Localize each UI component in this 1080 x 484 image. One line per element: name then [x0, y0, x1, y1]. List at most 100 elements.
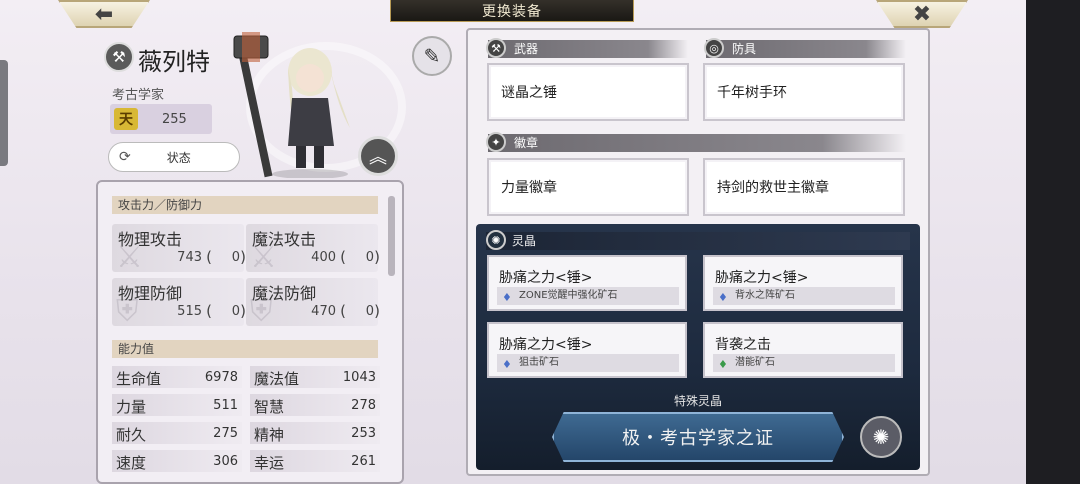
badge-icon: ✦ [486, 132, 506, 152]
stat-bonus: 0 [365, 304, 374, 319]
status-button[interactable]: ⟳ 状态 [108, 142, 240, 172]
paren-close: ) [374, 248, 380, 266]
stat-value: 400 [311, 250, 336, 265]
back-button[interactable]: ⬅ [58, 0, 150, 28]
ability-label: 生命值 [116, 370, 162, 388]
ability-value: 275 [213, 426, 238, 441]
stat-label: 魔法防御 [252, 284, 317, 303]
expand-button[interactable]: ︽ [358, 136, 398, 176]
ore-icon: ♦ [718, 291, 728, 304]
ability-label: 精神 [254, 426, 285, 444]
paren-open: ( [340, 302, 346, 320]
chevron-up-icon: ︽ [369, 147, 387, 168]
ore-name: ZONE觉醒中强化矿石 [519, 290, 618, 301]
special-crystal-label: 特殊灵晶 [673, 394, 722, 408]
ore-name: 背水之阵矿石 [735, 290, 795, 301]
status-label: 状态 [166, 150, 191, 165]
crystal-name: 胁痛之力<锤> [499, 337, 593, 353]
stat-bonus: 0 [231, 304, 240, 319]
badge-slot-2[interactable]: 持剑的救世主徽章 [703, 158, 905, 216]
page-title: 更换装备 [390, 0, 634, 22]
notes-button[interactable]: ✎ [412, 36, 452, 76]
ability-label: 幸运 [254, 454, 285, 472]
sparkle-icon: ✺ [872, 425, 890, 449]
special-crystal-button[interactable]: 极・考古学家之证 [552, 412, 844, 462]
screen-edge [1026, 0, 1080, 484]
ability-row: 生命值 6978 [112, 366, 242, 388]
weapon-icon: ⚒ [486, 38, 506, 58]
badge-header: 徽章 [488, 134, 906, 152]
atk-def-header: 攻击力／防御力 [112, 196, 378, 214]
crystal-slot-1[interactable]: 胁痛之力<锤> ♦ ZONE觉醒中强化矿石 [487, 255, 687, 311]
ability-label: 耐久 [116, 426, 147, 444]
crystal-name: 背袭之击 [715, 337, 771, 353]
ability-row: 智慧 278 [250, 394, 380, 416]
stat-label: 物理攻击 [118, 230, 183, 249]
notepad-icon: ✎ [423, 44, 441, 68]
ore-box: ♦ 背水之阵矿石 [713, 287, 895, 305]
crystal-slot-3[interactable]: 胁痛之力<锤> ♦ 狙击矿石 [487, 322, 687, 378]
close-button[interactable]: ✖ [876, 0, 968, 28]
side-handle[interactable] [0, 60, 8, 166]
ore-box: ♦ ZONE觉醒中强化矿石 [497, 287, 679, 305]
ore-name: 潜能矿石 [735, 357, 775, 368]
ability-value: 261 [351, 454, 376, 469]
ability-header: 能力值 [112, 340, 378, 358]
refresh-icon: ⟳ [119, 149, 131, 165]
crystal-name: 胁痛之力<锤> [499, 270, 593, 286]
ore-icon: ♦ [718, 358, 728, 371]
level-box: 天 255 [110, 104, 212, 134]
character-class: 考古学家 [112, 88, 165, 103]
armor-header: 防具 [706, 40, 906, 58]
stat-physical-attack: ⚔ 物理攻击 743 ( 0 ) [112, 224, 246, 275]
armor-icon: ◎ [704, 38, 724, 58]
ore-name: 狙击矿石 [519, 357, 559, 368]
stat-scrollbar[interactable] [388, 196, 395, 276]
ore-box: ♦ 狙击矿石 [497, 354, 679, 372]
paren-close: ) [374, 302, 380, 320]
close-icon: ✖ [912, 1, 932, 27]
arrow-left-icon: ⬅ [94, 1, 114, 27]
weapon-slot[interactable]: 谜晶之锤 [487, 63, 689, 121]
crystal-header: 灵晶 [486, 232, 910, 250]
ability-value: 306 [213, 454, 238, 469]
ability-label: 智慧 [254, 398, 285, 416]
stat-physical-defense: ⛨ 物理防御 515 ( 0 ) [112, 278, 246, 329]
stat-panel[interactable]: 攻击力／防御力 ⚔ 物理攻击 743 ( 0 ) ⚔ 魔法攻击 400 ( 0 … [96, 180, 404, 484]
stat-magic-defense: ⛨ 魔法防御 470 ( 0 ) [246, 278, 380, 329]
stat-magic-attack: ⚔ 魔法攻击 400 ( 0 ) [246, 224, 380, 275]
ability-row: 耐久 275 [112, 422, 242, 444]
auto-equip-button[interactable]: ✺ [860, 416, 902, 458]
ability-row: 速度 306 [112, 450, 242, 472]
level-value: 255 [162, 111, 187, 127]
crystal-name: 胁痛之力<锤> [715, 270, 809, 286]
armor-slot[interactable]: 千年树手环 [703, 63, 905, 121]
crystal-slot-4[interactable]: 背袭之击 ♦ 潜能矿石 [703, 322, 903, 378]
ability-row: 幸运 261 [250, 450, 380, 472]
ability-value: 1043 [342, 370, 376, 385]
character-name: 薇列特 [138, 48, 210, 76]
level-badge: 天 [114, 108, 138, 130]
stat-value: 470 [311, 304, 336, 319]
stat-label: 物理防御 [118, 284, 183, 303]
ability-row: 力量 511 [112, 394, 242, 416]
paren-open: ( [340, 248, 346, 266]
paren-open: ( [206, 302, 212, 320]
ore-icon: ♦ [502, 358, 512, 371]
badge-slot-1[interactable]: 力量徽章 [487, 158, 689, 216]
character-sprite [233, 32, 350, 178]
ability-value: 511 [213, 398, 238, 413]
stat-label: 魔法攻击 [252, 230, 317, 249]
ability-label: 力量 [116, 398, 147, 416]
stat-value: 515 [177, 304, 202, 319]
ability-value: 6978 [204, 370, 238, 385]
stat-value: 743 [177, 250, 202, 265]
weapon-header: 武器 [488, 40, 688, 58]
crystal-slot-2[interactable]: 胁痛之力<锤> ♦ 背水之阵矿石 [703, 255, 903, 311]
paren-open: ( [206, 248, 212, 266]
ability-value: 253 [351, 426, 376, 441]
ore-box: ♦ 潜能矿石 [713, 354, 895, 372]
ability-row: 精神 253 [250, 422, 380, 444]
crystal-icon: ✺ [486, 230, 506, 250]
ability-label: 魔法值 [254, 370, 300, 388]
